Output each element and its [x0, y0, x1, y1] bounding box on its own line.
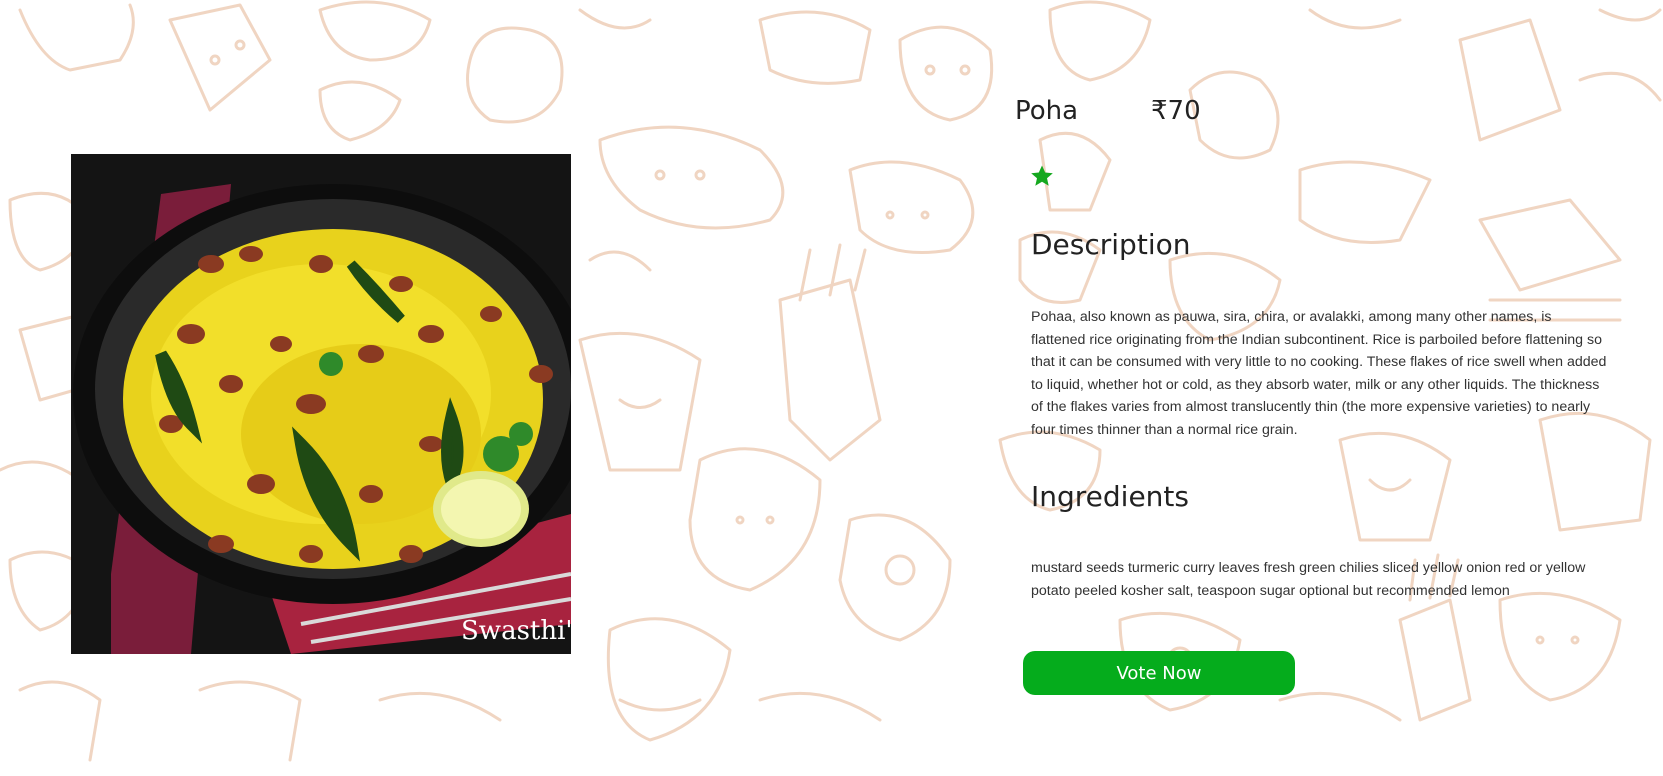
- image-watermark: Swasthi's R: [461, 616, 571, 646]
- dish-name: Poha: [1015, 96, 1079, 126]
- description-text: Pohaa, also known as pauwa, sira, chira,…: [1031, 309, 1607, 438]
- dish-title-row: Poha ₹70: [1015, 96, 1201, 126]
- description-heading: Description: [1031, 228, 1191, 261]
- rating: [1030, 164, 1054, 193]
- ingredients-text: mustard seeds turmeric curry leaves fres…: [1031, 560, 1586, 599]
- dish-price: ₹70: [1151, 96, 1201, 126]
- star-icon: [1031, 165, 1053, 186]
- vote-now-button[interactable]: Vote Now: [1023, 651, 1295, 695]
- ingredients-heading: Ingredients: [1031, 480, 1189, 513]
- dish-photo: Swasthi's R: [71, 154, 571, 654]
